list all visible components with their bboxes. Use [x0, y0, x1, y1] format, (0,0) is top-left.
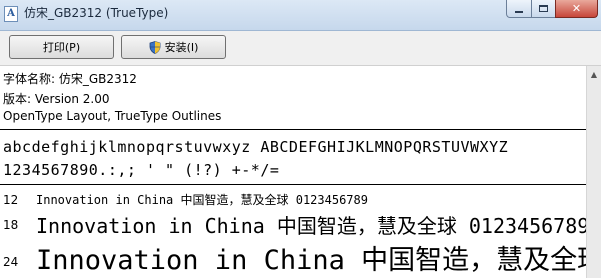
font-name-text: 字体名称: 仿宋_GB2312 [3, 72, 137, 86]
vertical-scrollbar[interactable]: ▲ [586, 66, 601, 278]
shield-icon [149, 40, 160, 54]
sample-text-12: Innovation in China 中国智造，慧及全球 0123456789 [36, 193, 368, 207]
divider [0, 129, 586, 130]
sample-text-18: Innovation in China 中国智造，慧及全球 0123456789 [36, 214, 590, 238]
print-button[interactable]: 打印(P) [9, 35, 114, 59]
maximize-button[interactable] [531, 0, 556, 18]
charset-letters: abcdefghijklmnopqrstuvwxyz ABCDEFGHIJKLM… [3, 138, 509, 156]
font-preview-pane: 字体名称: 仿宋_GB2312 版本: Version 2.00 OpenTyp… [0, 66, 601, 278]
scroll-up-icon[interactable]: ▲ [587, 66, 601, 82]
minimize-icon [515, 10, 523, 13]
install-button[interactable]: 安装(I) [121, 35, 226, 59]
sample-size-label: 18 [3, 218, 19, 232]
window-title: 仿宋_GB2312 (TrueType) [24, 6, 169, 20]
close-icon: ✕ [571, 2, 582, 15]
sample-size-label: 24 [3, 255, 19, 269]
sample-text-24: Innovation in China 中国智造，慧及全球 0123456789 [36, 245, 601, 276]
toolbar: 打印(P) 安装(I) [0, 31, 601, 66]
font-file-icon: A [4, 6, 18, 22]
version-text: 版本: Version 2.00 [3, 92, 110, 106]
close-button[interactable]: ✕ [555, 0, 598, 18]
divider [0, 184, 586, 185]
minimize-button[interactable] [506, 0, 532, 18]
print-button-label: 打印(P) [42, 41, 81, 54]
outlines-text: OpenType Layout, TrueType Outlines [3, 109, 222, 123]
charset-symbols: 1234567890.:,; ' " (!?) +-*/= [3, 161, 280, 179]
sample-size-label: 12 [3, 193, 19, 207]
install-button-label: 安装(I) [164, 41, 199, 54]
title-bar[interactable]: A 仿宋_GB2312 (TrueType) ✕ [0, 0, 601, 31]
maximize-icon [539, 5, 548, 12]
